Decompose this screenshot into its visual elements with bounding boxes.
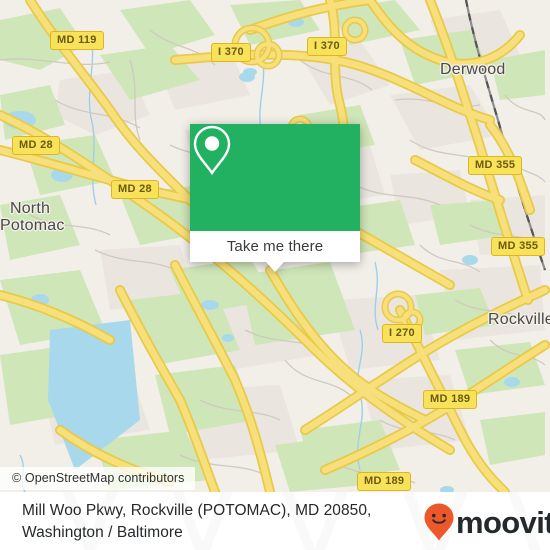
address-line-1: Mill Woo Pkwy, Rockville (POTOMAC), MD 2…: [22, 502, 372, 519]
map-label-derwood: Derwood: [440, 61, 506, 78]
address-line-2: Washington / Baltimore: [22, 524, 183, 541]
map-label-north-potomac: North Potomac: [0, 200, 64, 234]
map-canvas[interactable]: Derwood North Potomac Rockville MD 119 I…: [0, 0, 550, 492]
shield-md-189-north[interactable]: MD 189: [423, 390, 478, 409]
shield-i-370-east[interactable]: I 370: [307, 37, 347, 56]
moovit-wordmark: moovit: [456, 504, 550, 540]
location-address: Mill Woo Pkwy, Rockville (POTOMAC), MD 2…: [22, 500, 412, 544]
take-me-there-button[interactable]: Take me there: [190, 231, 360, 262]
shield-i-370-west[interactable]: I 370: [211, 43, 251, 62]
map-pin-icon: [193, 125, 231, 176]
map-label-north-potomac-line1: North: [9, 200, 51, 217]
moovit-map-screen: Derwood North Potomac Rockville MD 119 I…: [0, 0, 550, 550]
shield-md-355-south[interactable]: MD 355: [491, 237, 546, 256]
take-me-there-label: Take me there: [226, 238, 324, 255]
shield-md-28-west[interactable]: MD 28: [12, 136, 60, 155]
shield-md-355-north[interactable]: MD 355: [468, 156, 523, 175]
moovit-pin-icon: [424, 503, 454, 541]
location-popup[interactable]: Take me there: [190, 124, 360, 272]
osm-attribution[interactable]: © OpenStreetMap contributors: [0, 467, 195, 490]
shield-md-28-east[interactable]: MD 28: [111, 180, 159, 199]
shield-i-270[interactable]: I 270: [382, 324, 422, 343]
moovit-logo[interactable]: moovit: [424, 503, 550, 541]
shield-md-189-south[interactable]: MD 189: [357, 472, 412, 491]
popup-tail: [266, 262, 284, 272]
map-label-rockville: Rockville: [488, 311, 550, 328]
popup-header: [190, 124, 360, 231]
map-label-north-potomac-line2: Potomac: [0, 217, 65, 234]
shield-md-119[interactable]: MD 119: [50, 31, 104, 50]
